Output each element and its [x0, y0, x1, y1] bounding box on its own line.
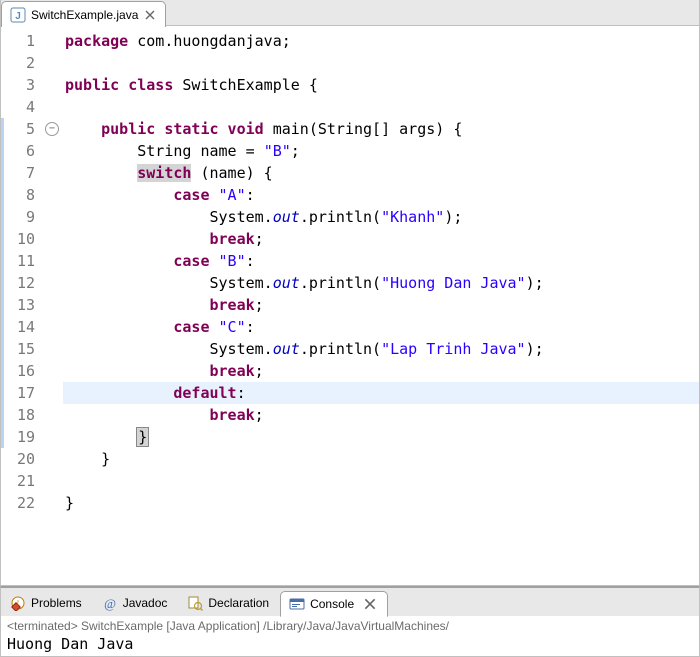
- line-number: 20: [1, 448, 35, 470]
- line-number: 19: [1, 426, 35, 448]
- tab-declaration[interactable]: Declaration: [178, 590, 280, 616]
- code-line[interactable]: break;: [63, 294, 699, 316]
- line-number: 2: [1, 52, 35, 74]
- code-line[interactable]: System.out.println("Lap Trinh Java");: [63, 338, 699, 360]
- java-file-icon: J: [10, 7, 26, 23]
- console-icon: [289, 596, 305, 612]
- line-number: 10: [1, 228, 35, 250]
- code-line[interactable]: }: [63, 426, 699, 448]
- line-number: 6: [1, 140, 35, 162]
- code-line[interactable]: public static void main(String[] args) {: [63, 118, 699, 140]
- code-line[interactable]: System.out.println("Huong Dan Java");: [63, 272, 699, 294]
- line-number: 7: [1, 162, 35, 184]
- javadoc-icon: @: [102, 595, 118, 611]
- console-output: Huong Dan Java: [7, 633, 693, 653]
- code-line[interactable]: [63, 470, 699, 492]
- problems-icon: !: [10, 595, 26, 611]
- svg-text:!: !: [17, 600, 19, 607]
- code-line[interactable]: default:: [63, 382, 699, 404]
- tab-javadoc[interactable]: @ Javadoc: [93, 590, 179, 616]
- line-number: 3: [1, 74, 35, 96]
- tab-javadoc-label: Javadoc: [123, 596, 168, 610]
- fold-toggle-icon[interactable]: −: [45, 122, 59, 136]
- line-number: 18: [1, 404, 35, 426]
- code-line[interactable]: public class SwitchExample {: [63, 74, 699, 96]
- code-line[interactable]: switch (name) {: [63, 162, 699, 184]
- tab-declaration-label: Declaration: [208, 596, 269, 610]
- line-number: 17: [1, 382, 35, 404]
- code-content[interactable]: package com.huongdanjava; public class Sw…: [63, 26, 699, 585]
- line-number: 15: [1, 338, 35, 360]
- close-icon[interactable]: [143, 8, 157, 22]
- editor-tab-title: SwitchExample.java: [31, 8, 138, 22]
- line-number: 13: [1, 294, 35, 316]
- declaration-icon: [187, 595, 203, 611]
- code-line[interactable]: }: [63, 492, 699, 514]
- code-line[interactable]: }: [63, 448, 699, 470]
- fold-gutter[interactable]: −: [45, 26, 63, 585]
- line-number: 1: [1, 30, 35, 52]
- line-number: 11: [1, 250, 35, 272]
- code-line[interactable]: package com.huongdanjava;: [63, 30, 699, 52]
- code-line[interactable]: case "C":: [63, 316, 699, 338]
- code-line[interactable]: [63, 96, 699, 118]
- editor-tab[interactable]: J SwitchExample.java: [1, 1, 166, 27]
- tab-console-label: Console: [310, 597, 354, 611]
- svg-text:@: @: [104, 596, 116, 611]
- line-number: 12: [1, 272, 35, 294]
- line-number: 8: [1, 184, 35, 206]
- line-number: 4: [1, 96, 35, 118]
- line-number: 5: [1, 118, 35, 140]
- code-line[interactable]: String name = "B";: [63, 140, 699, 162]
- code-line[interactable]: break;: [63, 360, 699, 382]
- editor-area: J SwitchExample.java 1234567891011121314…: [0, 0, 700, 586]
- code-pane[interactable]: 12345678910111213141516171819202122 − pa…: [1, 26, 699, 585]
- code-line[interactable]: break;: [63, 228, 699, 250]
- close-icon[interactable]: [363, 597, 377, 611]
- code-line[interactable]: break;: [63, 404, 699, 426]
- line-number: 22: [1, 492, 35, 514]
- editor-tab-bar: J SwitchExample.java: [1, 0, 699, 26]
- svg-text:J: J: [15, 11, 21, 22]
- line-number: 9: [1, 206, 35, 228]
- bottom-tab-bar: ! Problems @ Javadoc Declaration Console: [1, 588, 699, 616]
- code-line[interactable]: [63, 52, 699, 74]
- tab-console[interactable]: Console: [280, 591, 388, 617]
- line-number: 21: [1, 470, 35, 492]
- code-line[interactable]: case "A":: [63, 184, 699, 206]
- code-line[interactable]: System.out.println("Khanh");: [63, 206, 699, 228]
- code-line[interactable]: case "B":: [63, 250, 699, 272]
- line-number: 14: [1, 316, 35, 338]
- bottom-panel: ! Problems @ Javadoc Declaration Console: [0, 586, 700, 657]
- line-number: 16: [1, 360, 35, 382]
- console-status: <terminated> SwitchExample [Java Applica…: [7, 619, 693, 633]
- console-body: <terminated> SwitchExample [Java Applica…: [1, 616, 699, 656]
- tab-problems[interactable]: ! Problems: [1, 590, 93, 616]
- tab-problems-label: Problems: [31, 596, 82, 610]
- line-number-gutter: 12345678910111213141516171819202122: [1, 26, 45, 585]
